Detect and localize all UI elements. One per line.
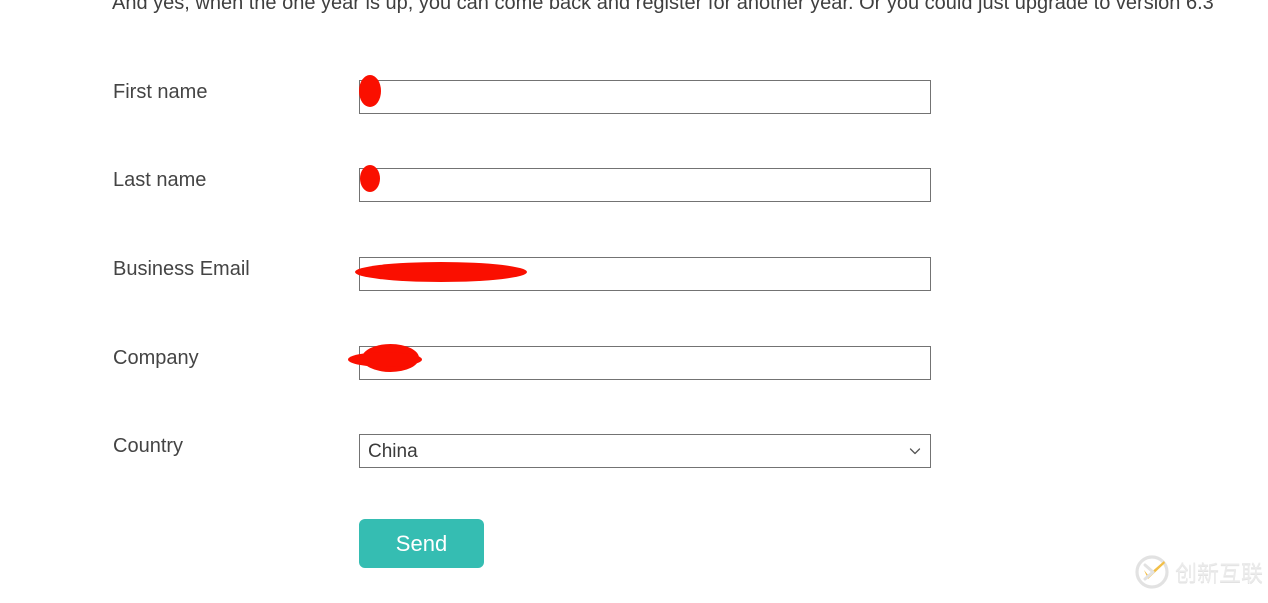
- label-first-name: First name: [113, 81, 208, 103]
- form-row-company: Company: [0, 346, 1268, 406]
- country-select-wrapper[interactable]: China: [359, 434, 931, 468]
- registration-page: And yes, when the one year is up, you ca…: [0, 0, 1268, 603]
- input-last-name[interactable]: [359, 168, 931, 202]
- circle-x-logo-icon: [1135, 555, 1169, 589]
- watermark-label: 创新互联: [1175, 562, 1264, 587]
- label-last-name: Last name: [113, 169, 207, 191]
- label-country: Country: [113, 435, 184, 457]
- input-first-name[interactable]: [359, 80, 931, 114]
- watermark: 创新互联: [1135, 552, 1264, 592]
- form-row-first-name: First name: [0, 80, 1268, 140]
- label-company: Company: [113, 347, 199, 369]
- label-business-email: Business Email: [113, 258, 250, 280]
- select-country[interactable]: China: [359, 434, 931, 468]
- input-business-email[interactable]: [359, 257, 931, 291]
- input-company[interactable]: [359, 346, 931, 380]
- send-button[interactable]: Send: [359, 519, 484, 568]
- form-row-country: Country China: [0, 434, 1268, 494]
- intro-paragraph: And yes, when the one year is up, you ca…: [112, 0, 1214, 14]
- form-row-last-name: Last name: [0, 168, 1268, 228]
- form-row-business-email: Business Email: [0, 257, 1268, 317]
